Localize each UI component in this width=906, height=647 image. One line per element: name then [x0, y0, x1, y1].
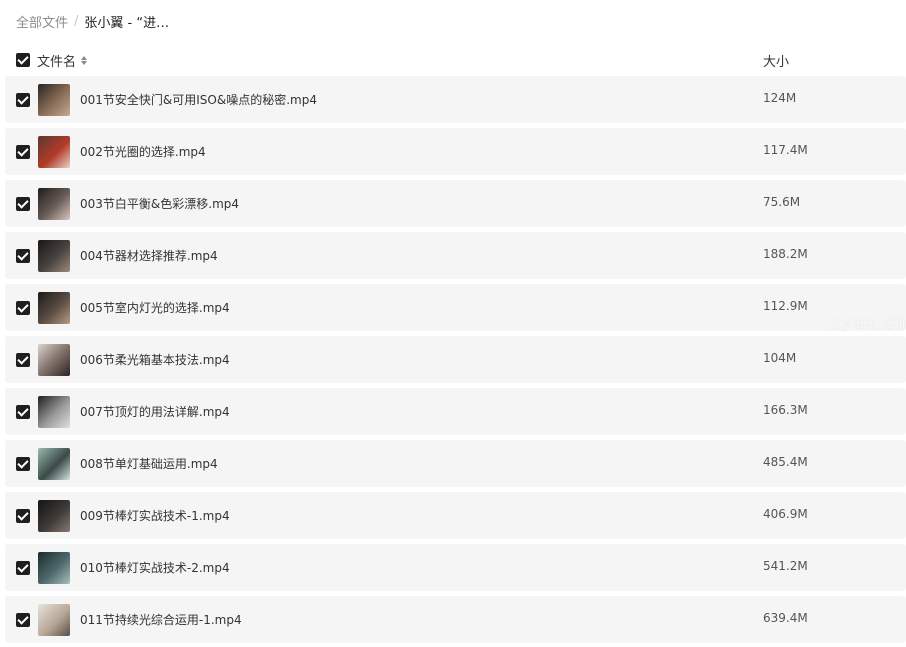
video-thumbnail[interactable]	[38, 344, 70, 376]
file-name[interactable]: 006节柔光箱基本技法.mp4	[80, 351, 230, 368]
file-row[interactable]: 004节器材选择推荐.mp4 188.2M	[5, 232, 906, 279]
file-checkbox[interactable]	[16, 405, 30, 419]
video-thumbnail[interactable]	[38, 448, 70, 480]
video-thumbnail[interactable]	[38, 552, 70, 584]
file-size: 104M	[763, 351, 797, 365]
video-thumbnail[interactable]	[38, 240, 70, 272]
file-checkbox[interactable]	[16, 197, 30, 211]
file-row[interactable]: 006节柔光箱基本技法.mp4 104M	[5, 336, 906, 383]
video-thumbnail[interactable]	[38, 500, 70, 532]
file-row[interactable]: 005节室内灯光的选择.mp4 112.9M	[5, 284, 906, 331]
file-size: 124M	[763, 91, 797, 105]
file-row[interactable]: 008节单灯基础运用.mp4 485.4M	[5, 440, 906, 487]
name-column-label: 文件名	[37, 55, 77, 70]
file-name[interactable]: 003节白平衡&色彩漂移.mp4	[80, 195, 239, 212]
breadcrumb: 全部文件 / 张小翼 - “进…	[16, 11, 169, 31]
file-size: 639.4M	[763, 611, 808, 625]
file-checkbox[interactable]	[16, 509, 30, 523]
file-size: 406.9M	[763, 507, 808, 521]
file-size: 188.2M	[763, 247, 808, 261]
video-thumbnail[interactable]	[38, 188, 70, 220]
file-row[interactable]: 011节持续光综合运用-1.mp4 639.4M	[5, 596, 906, 643]
file-row[interactable]: 010节棒灯实战技术-2.mp4 541.2M	[5, 544, 906, 591]
file-row[interactable]: 003节白平衡&色彩漂移.mp4 75.6M	[5, 180, 906, 227]
file-name[interactable]: 002节光圈的选择.mp4	[80, 143, 206, 160]
file-name[interactable]: 005节室内灯光的选择.mp4	[80, 299, 230, 316]
file-list-header: 文件名 大小	[0, 48, 906, 72]
file-checkbox[interactable]	[16, 457, 30, 471]
file-name[interactable]: 010节棒灯实战技术-2.mp4	[80, 559, 230, 576]
file-row[interactable]: 001节安全快门&可用ISO&噪点的秘密.mp4 124M	[5, 76, 906, 123]
file-checkbox[interactable]	[16, 561, 30, 575]
name-column-header[interactable]: 文件名	[37, 51, 88, 70]
select-all-checkbox[interactable]	[16, 53, 30, 67]
watermark-text: xyax.cn	[830, 312, 906, 333]
file-checkbox[interactable]	[16, 353, 30, 367]
file-name[interactable]: 007节顶灯的用法详解.mp4	[80, 403, 230, 420]
breadcrumb-root-link[interactable]: 全部文件	[16, 12, 68, 31]
file-checkbox[interactable]	[16, 145, 30, 159]
breadcrumb-current-folder: 张小翼 - “进…	[84, 15, 170, 31]
file-name[interactable]: 001节安全快门&可用ISO&噪点的秘密.mp4	[80, 91, 317, 108]
file-row[interactable]: 007节顶灯的用法详解.mp4 166.3M	[5, 388, 906, 435]
file-size: 485.4M	[763, 455, 808, 469]
video-thumbnail[interactable]	[38, 136, 70, 168]
file-row[interactable]: 009节棒灯实战技术-1.mp4 406.9M	[5, 492, 906, 539]
file-checkbox[interactable]	[16, 93, 30, 107]
file-checkbox[interactable]	[16, 301, 30, 315]
video-thumbnail[interactable]	[38, 396, 70, 428]
file-name[interactable]: 004节器材选择推荐.mp4	[80, 247, 218, 264]
file-size: 75.6M	[763, 195, 801, 209]
file-size: 117.4M	[763, 143, 808, 157]
file-row[interactable]: 002节光圈的选择.mp4 117.4M	[5, 128, 906, 175]
video-thumbnail[interactable]	[38, 84, 70, 116]
size-column-header[interactable]: 大小	[763, 51, 789, 70]
breadcrumb-separator: /	[74, 13, 79, 29]
file-size: 112.9M	[763, 299, 808, 313]
file-checkbox[interactable]	[16, 613, 30, 627]
sort-icon[interactable]	[81, 56, 88, 65]
file-name[interactable]: 009节棒灯实战技术-1.mp4	[80, 507, 230, 524]
video-thumbnail[interactable]	[38, 292, 70, 324]
video-thumbnail[interactable]	[38, 604, 70, 636]
file-checkbox[interactable]	[16, 249, 30, 263]
file-name[interactable]: 011节持续光综合运用-1.mp4	[80, 611, 242, 628]
file-name[interactable]: 008节单灯基础运用.mp4	[80, 455, 218, 472]
file-size: 166.3M	[763, 403, 808, 417]
file-size: 541.2M	[763, 559, 808, 573]
